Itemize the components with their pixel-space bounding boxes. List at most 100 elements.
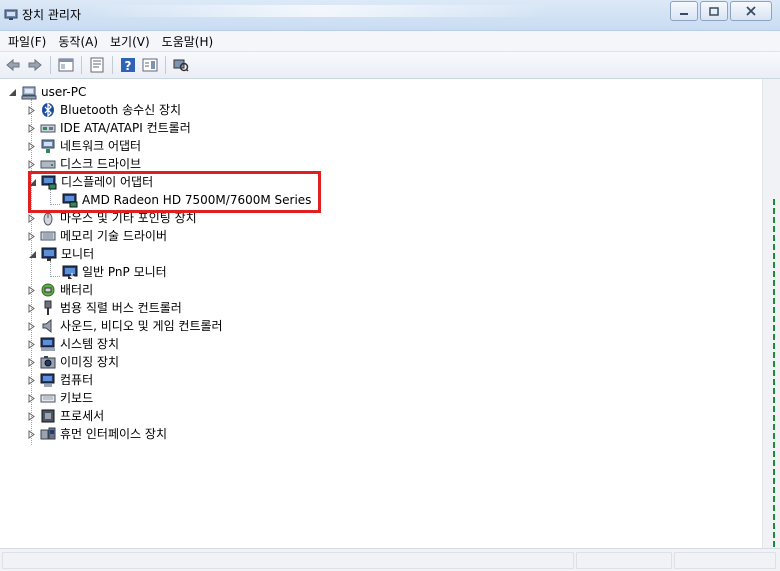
expand-arrow-icon[interactable]: [28, 303, 36, 313]
monitor-icon: [41, 247, 57, 261]
forward-arrow-icon: [28, 58, 42, 72]
collapse-arrow-icon[interactable]: [8, 88, 17, 97]
device-tree: user-PC Bluetooth 송수신 장치 IDE ATA/ATAPI 컨…: [0, 79, 760, 549]
expand-arrow-icon[interactable]: [28, 231, 36, 241]
tree-node-processor[interactable]: 프로세서: [28, 407, 104, 425]
forward-button[interactable]: [24, 54, 46, 76]
expand-arrow-icon[interactable]: [28, 321, 36, 331]
status-bar: [0, 548, 780, 571]
battery-icon: [41, 283, 55, 297]
tree-node-label: Bluetooth 송수신 장치: [60, 103, 182, 117]
properties-icon: [90, 57, 104, 73]
tree-node-label: 프로세서: [60, 409, 105, 423]
computer-icon: [40, 373, 55, 387]
action-pane-button[interactable]: [139, 54, 161, 76]
tree-connector: [50, 261, 51, 277]
tree-node-label: 사운드, 비디오 및 게임 컨트롤러: [60, 319, 223, 333]
tree-node-label: 키보드: [60, 391, 94, 405]
svg-text:?: ?: [125, 59, 132, 73]
tree-node-keyboard[interactable]: 키보드: [28, 389, 93, 407]
tree-node-computer[interactable]: 컴퓨터: [28, 371, 93, 389]
status-cell: [576, 552, 672, 569]
tree-node-network[interactable]: 네트워크 어댑터: [28, 137, 141, 155]
tree-node-imaging[interactable]: 이미징 장치: [28, 353, 119, 371]
tree-node-bluetooth[interactable]: Bluetooth 송수신 장치: [28, 101, 181, 119]
expand-arrow-icon[interactable]: [28, 141, 36, 151]
keyboard-icon: [40, 394, 56, 403]
tree-node-sound[interactable]: 사운드, 비디오 및 게임 컨트롤러: [28, 317, 223, 335]
scan-hardware-icon: [173, 59, 189, 72]
toolbar-separator: [165, 56, 166, 74]
hid-icon: [40, 427, 56, 440]
tree-node-usb[interactable]: 범용 직렬 버스 컨트롤러: [28, 299, 182, 317]
vertical-scrollbar[interactable]: [762, 79, 780, 549]
tree-node-label: 모니터: [61, 247, 95, 261]
window-title: 장치 관리자: [22, 8, 82, 22]
title-bar: 장치 관리자: [0, 0, 780, 31]
tree-node-label: 범용 직렬 버스 컨트롤러: [60, 301, 182, 315]
toolbar: ?: [0, 52, 780, 79]
show-hide-tree-button[interactable]: [55, 54, 77, 76]
close-icon: [746, 6, 756, 16]
tree-connector: [50, 276, 60, 277]
expand-arrow-icon[interactable]: [28, 339, 36, 349]
expand-arrow-icon[interactable]: [28, 357, 36, 367]
tree-node-battery[interactable]: 배터리: [28, 281, 93, 299]
properties-button[interactable]: [86, 54, 108, 76]
expand-arrow-icon[interactable]: [28, 429, 36, 439]
tree-node-label: 이미징 장치: [60, 355, 120, 369]
status-cell: [2, 552, 574, 569]
tree-node-label: 컴퓨터: [60, 373, 94, 387]
usb-icon: [44, 300, 52, 315]
tree-node-label: IDE ATA/ATAPI 컨트롤러: [60, 121, 191, 135]
collapse-arrow-icon[interactable]: [28, 250, 37, 259]
toolbar-separator: [81, 56, 82, 74]
tree-node-label: 배터리: [60, 283, 94, 297]
help-button[interactable]: ?: [117, 54, 139, 76]
tree-node-monitor[interactable]: 모니터: [28, 245, 94, 263]
expand-arrow-icon[interactable]: [28, 375, 36, 385]
menu-view[interactable]: 보기(V): [106, 33, 154, 50]
show-hide-tree-icon: [58, 58, 74, 72]
background-window-edge: [773, 199, 775, 549]
tree-node-memory[interactable]: 메모리 기술 드라이버: [28, 227, 167, 245]
tree-node-label: 네트워크 어댑터: [60, 139, 142, 153]
expand-arrow-icon[interactable]: [28, 123, 36, 133]
ide-controller-icon: [40, 124, 56, 133]
tree-node-label: 메모리 기술 드라이버: [60, 229, 167, 243]
annotation-highlight-box: [28, 171, 321, 213]
toolbar-separator: [50, 56, 51, 74]
expand-arrow-icon[interactable]: [28, 105, 36, 115]
expand-arrow-icon[interactable]: [28, 285, 36, 295]
tree-node-label: 일반 PnP 모니터: [82, 265, 167, 279]
tree-root[interactable]: user-PC: [8, 83, 86, 101]
tree-node-monitor-device[interactable]: 일반 PnP 모니터: [62, 263, 167, 281]
system-device-icon: [40, 337, 55, 351]
tree-node-system[interactable]: 시스템 장치: [28, 335, 119, 353]
menu-help[interactable]: 도움말(H): [158, 33, 218, 50]
expand-arrow-icon[interactable]: [28, 213, 36, 223]
device-manager-icon: [4, 9, 18, 20]
menu-file[interactable]: 파일(F): [4, 33, 50, 50]
minimize-icon: [680, 13, 688, 15]
scan-hardware-button[interactable]: [170, 54, 192, 76]
back-button[interactable]: [2, 54, 24, 76]
expand-arrow-icon[interactable]: [28, 393, 36, 403]
speaker-icon: [42, 318, 52, 334]
expand-arrow-icon[interactable]: [28, 159, 36, 169]
expand-arrow-icon[interactable]: [28, 411, 36, 421]
camera-icon: [40, 356, 56, 369]
close-button[interactable]: [730, 1, 772, 21]
tree-node-label: 휴먼 인터페이스 장치: [60, 427, 167, 441]
maximize-button[interactable]: [700, 1, 728, 21]
processor-icon: [41, 409, 55, 423]
status-cell: [674, 552, 776, 569]
network-adapter-icon: [41, 139, 55, 153]
menu-action[interactable]: 동작(A): [54, 33, 102, 50]
help-icon: ?: [121, 58, 135, 73]
monitor-icon: [62, 265, 78, 279]
toolbar-separator: [112, 56, 113, 74]
minimize-button[interactable]: [670, 1, 698, 21]
tree-node-hid[interactable]: 휴먼 인터페이스 장치: [28, 425, 167, 443]
tree-node-ide[interactable]: IDE ATA/ATAPI 컨트롤러: [28, 119, 191, 137]
